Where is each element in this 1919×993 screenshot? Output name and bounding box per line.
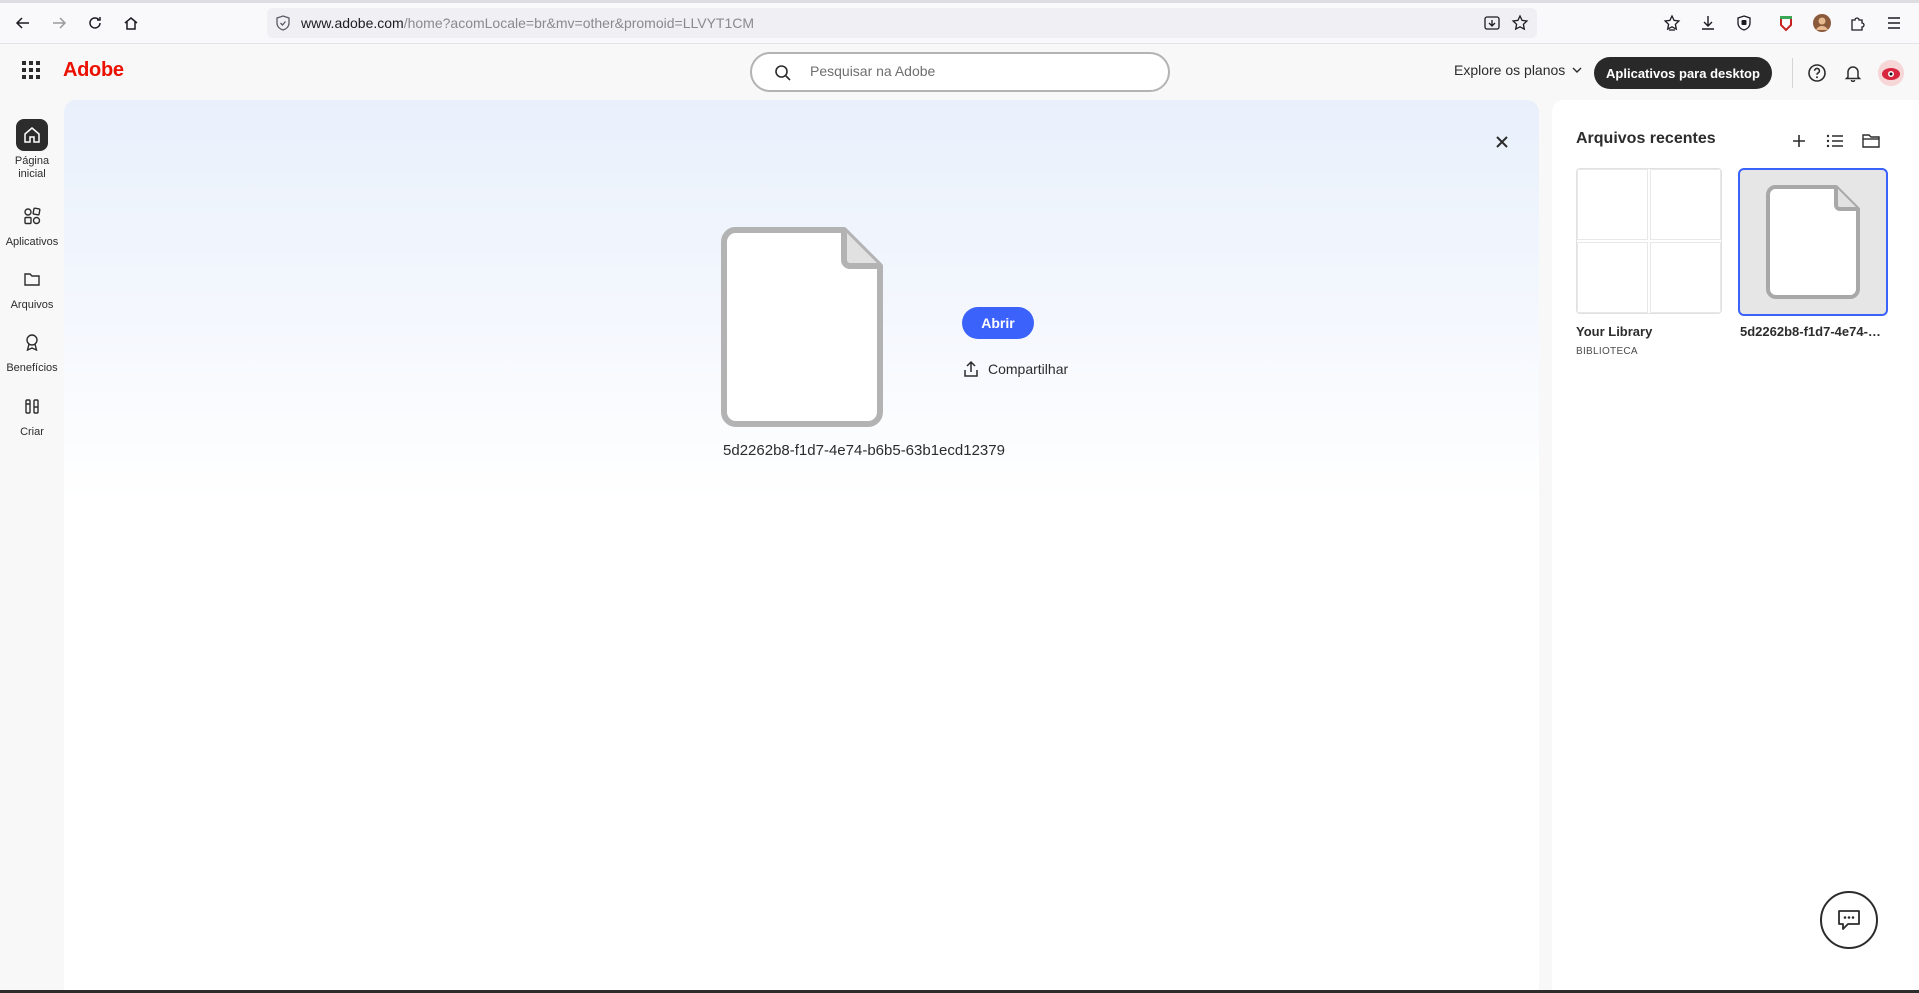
close-preview-button[interactable] — [1490, 130, 1514, 154]
profile-icon[interactable] — [1810, 11, 1834, 35]
apps-icon — [24, 207, 41, 225]
left-nav-rail: Página inicial Aplicativos Arquivos Bene… — [0, 100, 64, 993]
open-button[interactable]: Abrir — [962, 307, 1034, 339]
url-text: www.adobe.com/home?acomLocale=br&mv=othe… — [301, 15, 755, 31]
explore-plans-dropdown[interactable]: Explore os planos — [1454, 62, 1583, 78]
desktop-apps-button[interactable]: Aplicativos para desktop — [1594, 57, 1772, 89]
avatar-icon — [1878, 60, 1904, 86]
reload-button[interactable] — [83, 11, 107, 35]
downloads-icon[interactable] — [1696, 11, 1720, 35]
list-view-icon — [1826, 134, 1843, 148]
document-icon — [1766, 185, 1860, 299]
share-icon — [964, 360, 978, 377]
notifications-button[interactable] — [1842, 62, 1864, 84]
browser-home-icon — [124, 17, 138, 30]
folder-icon — [24, 273, 40, 286]
extensions-puzzle-icon[interactable] — [1846, 11, 1870, 35]
recent-file-card-selected[interactable] — [1738, 168, 1888, 316]
help-icon — [1808, 64, 1826, 82]
home-button[interactable] — [119, 11, 143, 35]
library-cell — [1650, 242, 1721, 313]
rail-label-apps: Aplicativos — [5, 236, 59, 248]
document-icon — [721, 227, 883, 427]
extension-icon[interactable] — [1774, 11, 1798, 35]
app-switcher-button[interactable] — [22, 61, 40, 79]
rail-label-benefits: Benefícios — [6, 362, 58, 374]
address-bar[interactable]: www.adobe.com/home?acomLocale=br&mv=othe… — [267, 8, 1537, 38]
add-new-button[interactable] — [1788, 130, 1810, 152]
award-icon — [26, 334, 38, 351]
library-cell — [1577, 169, 1648, 240]
chat-assistant-button[interactable] — [1820, 891, 1878, 949]
library-card-name[interactable]: Your Library — [1576, 324, 1722, 339]
open-folder-button[interactable] — [1860, 130, 1882, 152]
explore-plans-label: Explore os planos — [1454, 62, 1566, 78]
forward-button[interactable] — [47, 11, 71, 35]
search-input[interactable] — [810, 63, 1150, 79]
rail-item-benefits[interactable]: Benefícios — [0, 326, 64, 375]
reload-icon — [89, 17, 101, 29]
recent-files-panel: Arquivos recentes Your Library BIBLIOTEC… — [1552, 100, 1919, 993]
install-app-icon[interactable] — [1483, 14, 1501, 32]
library-card[interactable] — [1576, 168, 1722, 314]
rail-item-create[interactable]: Criar — [0, 390, 64, 439]
forward-arrow-icon — [53, 17, 67, 29]
chat-icon — [1838, 910, 1860, 930]
tab-strip — [0, 0, 1919, 3]
search-box[interactable] — [750, 52, 1170, 92]
share-button[interactable]: Compartilhar — [962, 360, 1068, 378]
user-avatar[interactable] — [1878, 60, 1904, 86]
back-arrow-icon — [15, 17, 29, 29]
preview-file-name: 5d2262b8-f1d7-4e74-b6b5-63b1ecd12379 — [723, 442, 1005, 459]
library-cell — [1577, 242, 1648, 313]
help-button[interactable] — [1806, 62, 1828, 84]
list-view-button[interactable] — [1824, 130, 1846, 152]
adobe-logo[interactable]: Adobe — [63, 59, 124, 82]
rail-label-files: Arquivos — [10, 299, 54, 311]
rail-label-home: Página inicial — [14, 155, 50, 180]
share-label: Compartilhar — [988, 361, 1069, 377]
rail-item-apps[interactable]: Aplicativos — [0, 200, 64, 249]
plus-icon — [1793, 135, 1805, 147]
menu-hamburger-icon[interactable] — [1882, 11, 1906, 35]
browser-toolbar: www.adobe.com/home?acomLocale=br&mv=othe… — [0, 0, 1919, 44]
library-cell — [1650, 169, 1721, 240]
rail-item-home[interactable]: Página inicial — [0, 119, 64, 181]
chevron-down-icon — [1572, 67, 1582, 73]
recent-files-title: Arquivos recentes — [1576, 130, 1716, 147]
recent-file-card-name[interactable]: 5d2262b8-f1d7-4e74-b6b5-63b1ecd12379 — [1740, 324, 1888, 339]
bookmark-star-icon[interactable] — [1511, 14, 1529, 32]
rail-item-files[interactable]: Arquivos — [0, 263, 64, 312]
home-icon — [24, 127, 40, 143]
privacy-shield-icon[interactable] — [1732, 11, 1756, 35]
shield-icon[interactable] — [275, 15, 291, 31]
bell-icon — [1844, 66, 1862, 82]
close-icon — [1496, 136, 1508, 148]
library-card-subtitle: BIBLIOTECA — [1576, 346, 1638, 357]
search-icon — [775, 65, 791, 81]
bookmarks-icon[interactable] — [1660, 11, 1684, 35]
file-thumbnail[interactable] — [720, 226, 884, 428]
adobe-header: Adobe Explore os planos Aplicativos para… — [0, 44, 1919, 100]
file-preview-panel: 5d2262b8-f1d7-4e74-b6b5-63b1ecd12379 Abr… — [64, 100, 1539, 993]
create-icon — [25, 399, 39, 414]
folder-icon — [1862, 134, 1880, 148]
rail-label-create: Criar — [20, 426, 44, 438]
back-button[interactable] — [11, 11, 35, 35]
grid-icon — [22, 61, 40, 79]
header-divider — [1792, 58, 1793, 88]
